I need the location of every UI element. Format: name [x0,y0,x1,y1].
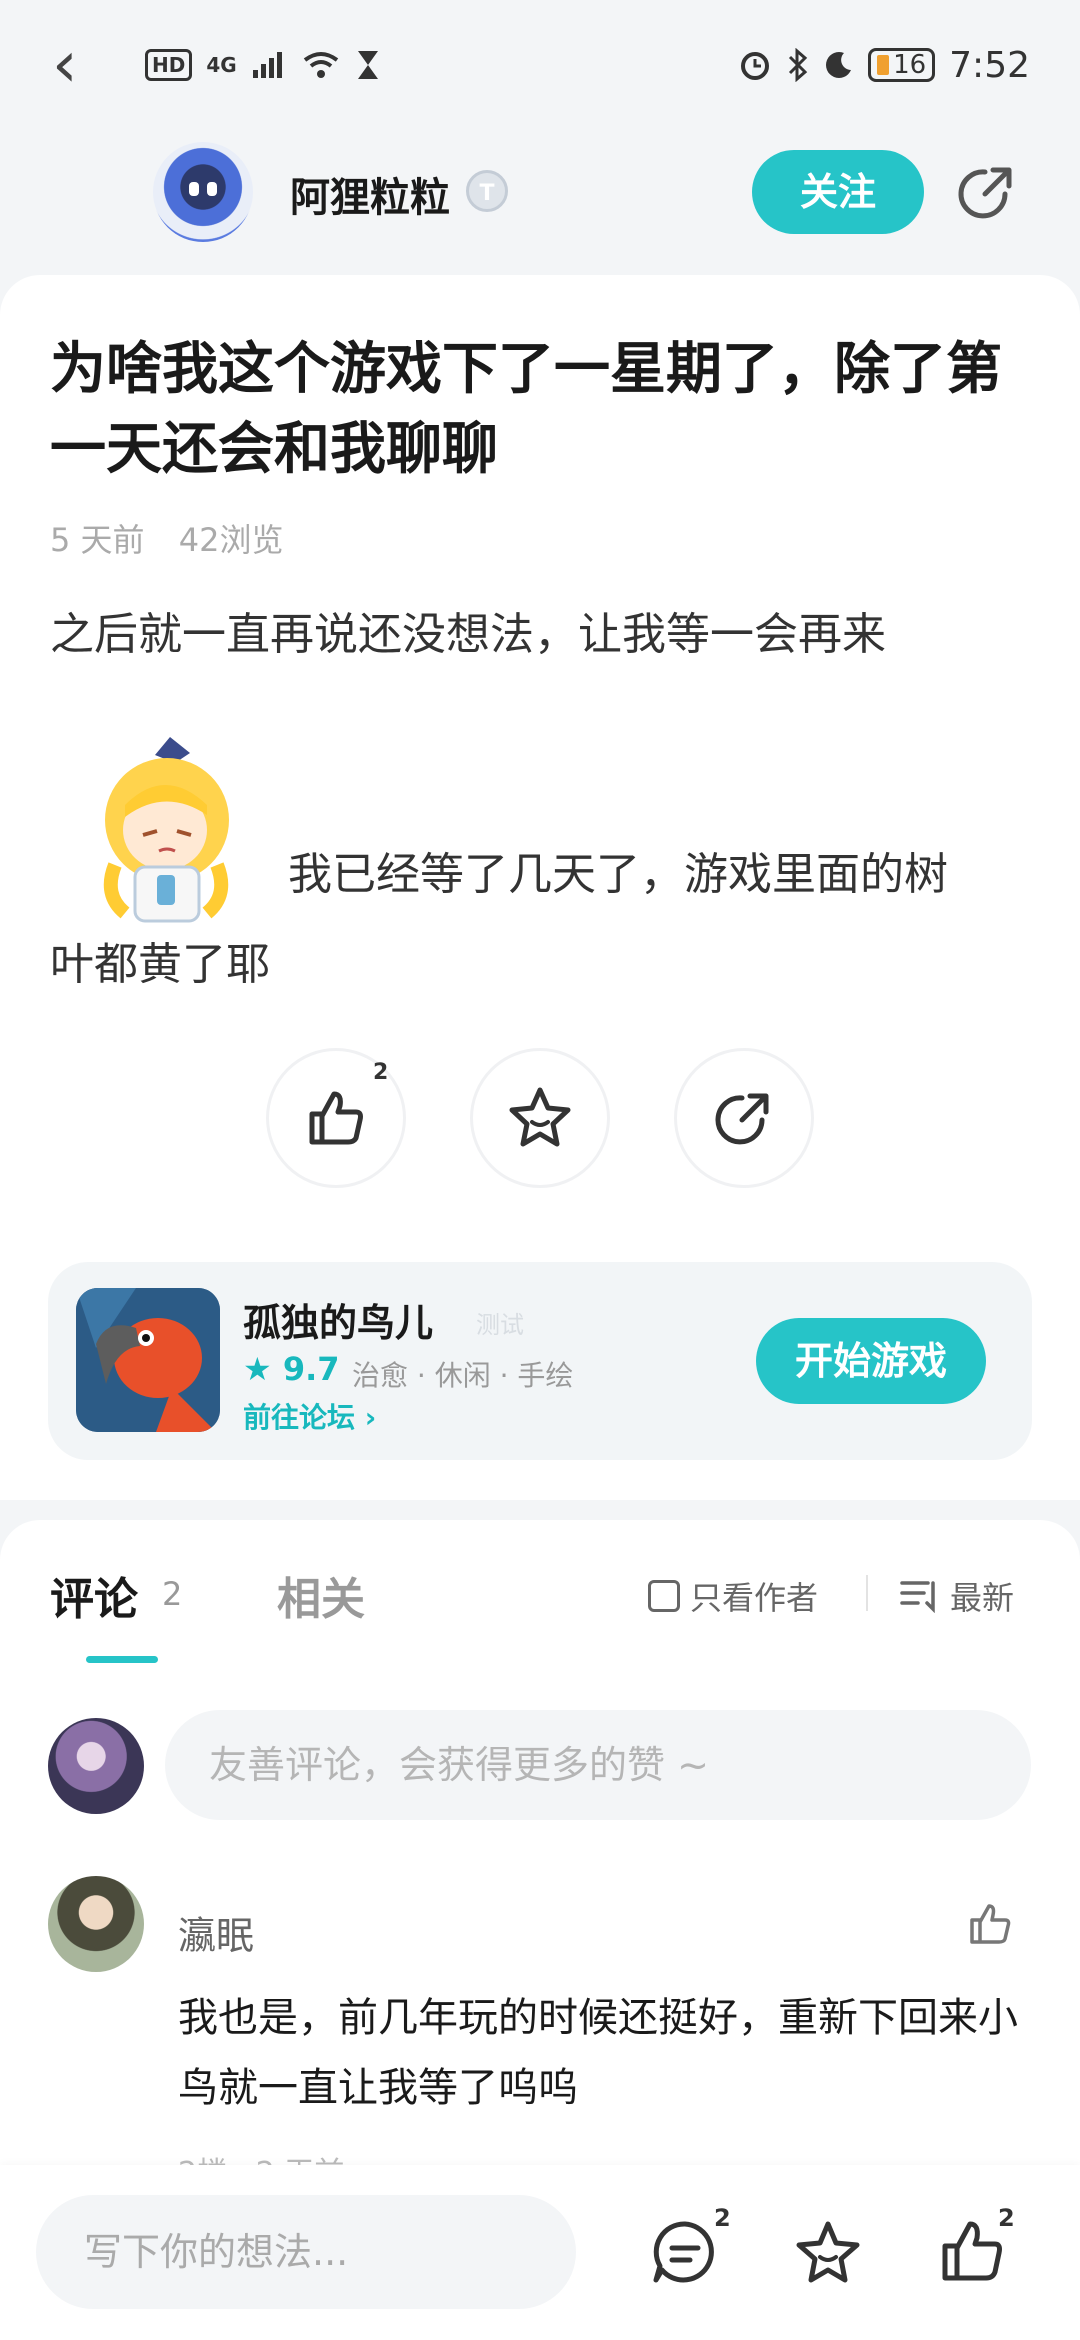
status-bar: HD 4G 16 7:52 [0,0,1080,130]
game-rating: ★ 9.7 [243,1350,340,1388]
commenter-name[interactable]: 瀛眠 [178,1905,254,1960]
battery-level: 16 [893,50,927,80]
tab-related[interactable]: 相关 [277,1563,365,1627]
follow-button[interactable]: 关注 [752,150,924,234]
post-body-line3: 叶都黄了耶 [50,939,270,990]
sort-button[interactable]: 最新 [900,1573,1014,1619]
share-icon [715,1093,769,1145]
forum-link-label: 前往论坛 [243,1401,356,1434]
tab-comments[interactable]: 评论 [50,1563,138,1627]
signal-icon [252,52,282,78]
battery-icon: 16 [868,48,936,82]
my-avatar [48,1718,144,1814]
hd-indicator: HD [145,49,193,81]
chevron-right-icon: › [364,1401,377,1434]
sort-label: 最新 [950,1579,1015,1617]
divider [866,1575,868,1611]
share-icon[interactable] [955,160,1019,224]
thumbs-up-icon[interactable] [966,1900,1014,1948]
commenter-avatar[interactable] [48,1876,144,1972]
favorite-button[interactable] [470,1048,610,1188]
comment-icon[interactable] [650,2218,720,2288]
comment-count: 2 [162,1575,183,1613]
author-badge: T [466,170,508,212]
network-type: 4G [206,53,237,77]
moon-icon [826,52,852,78]
sticker-image [103,737,229,923]
bottom-comment-count: 2 [714,2204,731,2232]
like-count: 2 [373,1060,389,1085]
post-body-line2: 我已经等了几天了，游戏里面的树 [288,849,948,900]
game-icon[interactable] [76,1288,220,1432]
star-icon [509,1087,571,1147]
game-name[interactable]: 孤独的鸟儿 [243,1292,433,1347]
alarm-icon [741,52,770,80]
only-author-label: 只看作者 [690,1579,819,1617]
game-rating-value: 9.7 [282,1350,340,1388]
post-title: 为啥我这个游戏下了一星期了，除了第一天还会和我聊聊 [50,337,1002,482]
comment-text: 我也是，前几年玩的时候还挺好，重新下回来小鸟就一直让我等了呜呜 [178,1995,1018,2111]
comment-input[interactable]: 友善评论，会获得更多的赞 ~ [165,1710,1031,1820]
clock: 7:52 [949,44,1030,86]
tab-indicator [86,1656,158,1663]
post-body: 之后就一直再说还没想法，让我等一会再来 [50,609,886,660]
only-author-filter[interactable]: 只看作者 [648,1573,818,1619]
wifi-icon [303,52,338,78]
author-avatar[interactable] [153,142,253,242]
share-button[interactable] [674,1048,814,1188]
thumbs-up-icon[interactable] [937,2216,1007,2286]
forum-link[interactable]: 前往论坛 › [243,1396,376,1436]
bottom-like-count: 2 [998,2204,1015,2232]
bluetooth-icon [789,48,808,82]
reply-input[interactable]: 写下你的想法... [36,2195,576,2309]
star-icon[interactable] [793,2218,863,2288]
hourglass-icon [357,51,378,79]
author-name[interactable]: 阿狸粒粒 [290,165,450,223]
thumbs-up-icon [309,1091,363,1145]
start-game-button[interactable]: 开始游戏 [756,1318,986,1404]
post-views: 42浏览 [178,521,284,559]
post-time: 5 天前 [50,521,145,559]
back-icon[interactable]: ‹ [52,33,112,97]
only-author-checkbox[interactable] [648,1580,680,1612]
game-test-tag: 测试 [476,1311,524,1339]
sort-icon [900,1581,935,1613]
post-meta: 5 天前 42浏览 [50,515,307,561]
game-tags: 治愈 · 休闲 · 手绘 [352,1359,574,1392]
